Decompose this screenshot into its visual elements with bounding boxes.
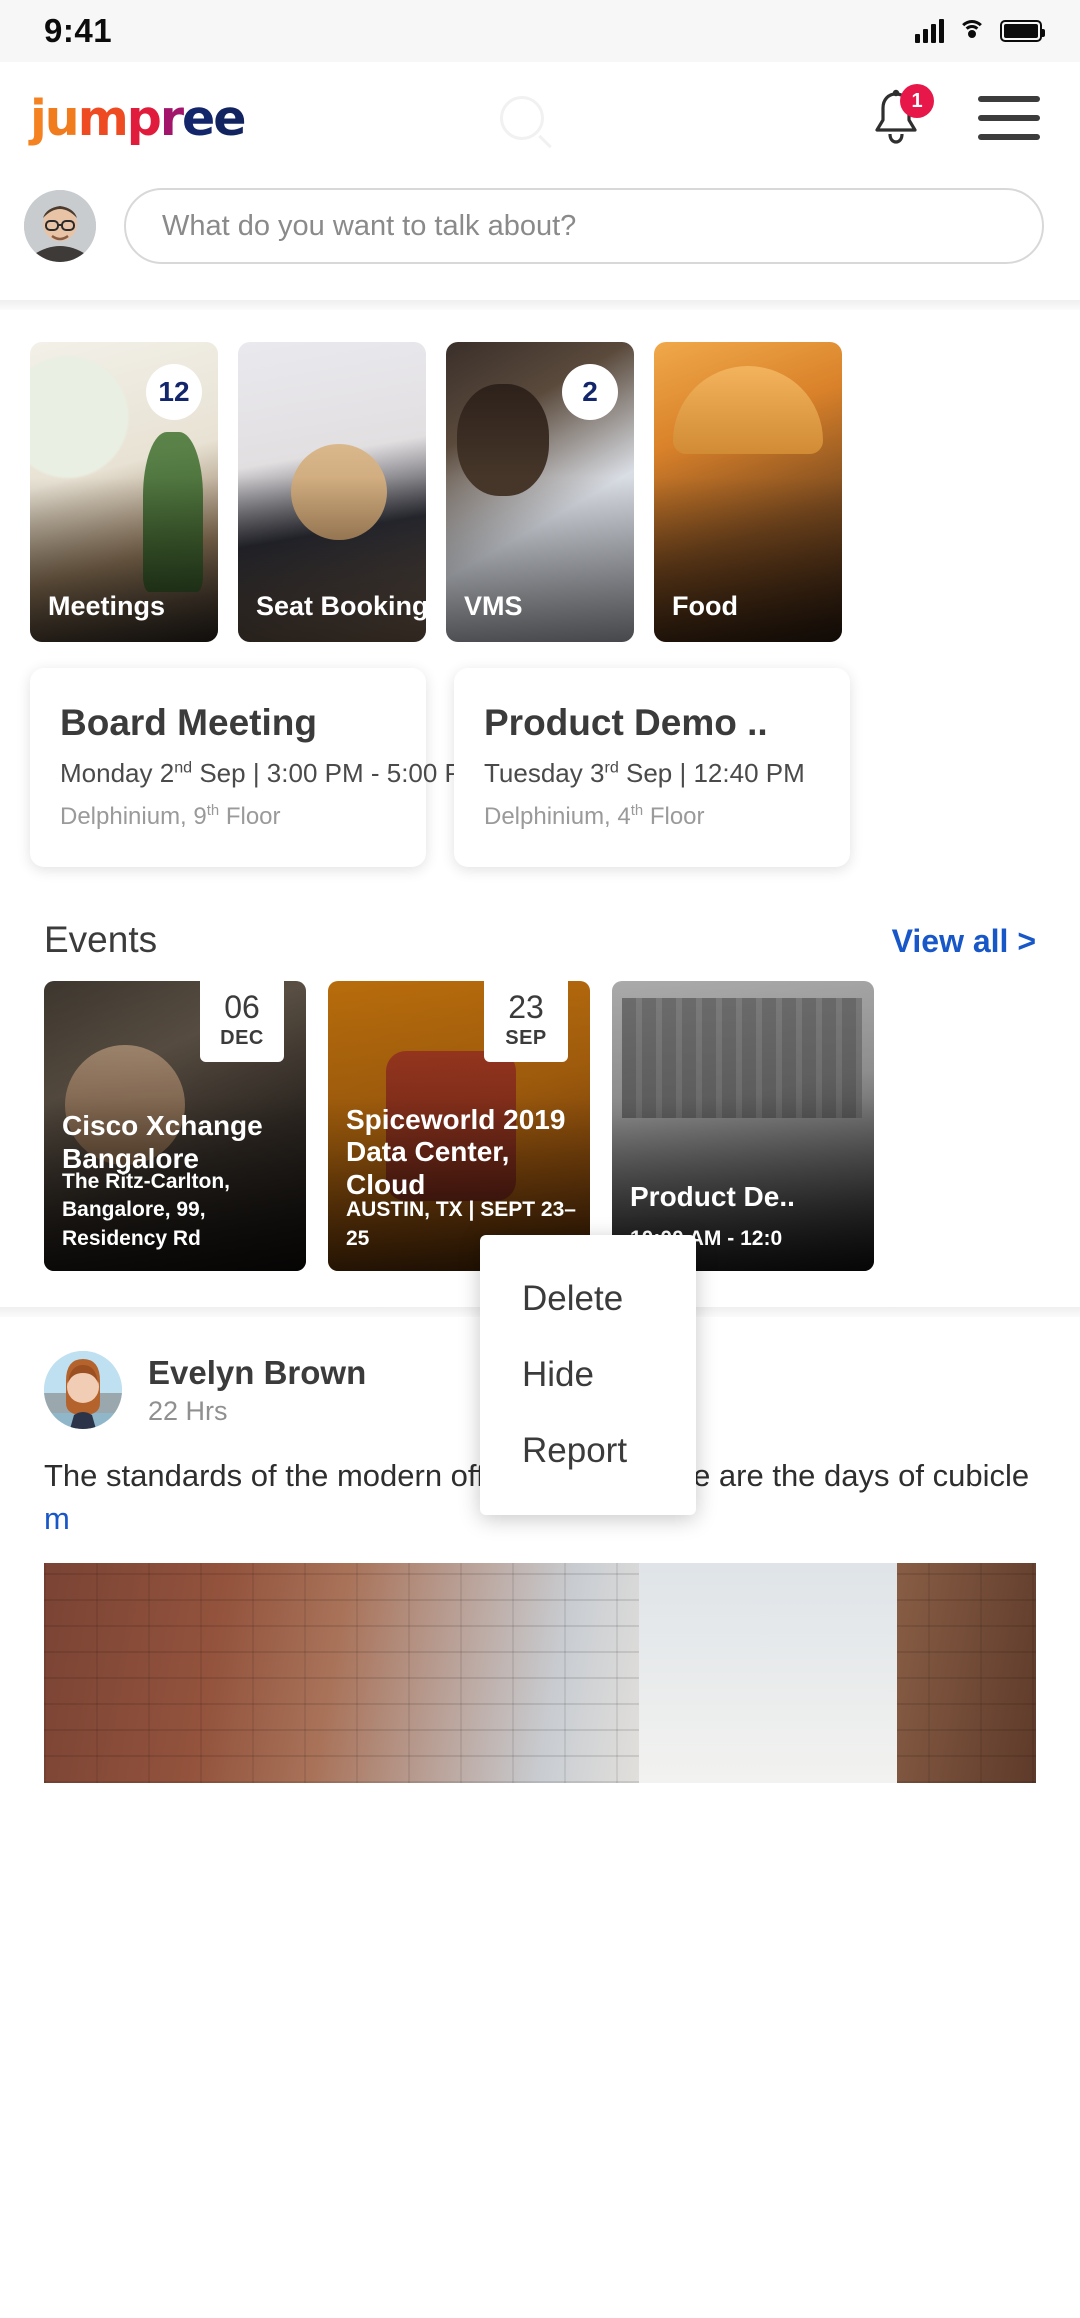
logo-letter: p	[126, 89, 162, 147]
meeting-day: Tuesday 3	[484, 758, 605, 788]
event-date-month: DEC	[220, 1027, 264, 1049]
tile-label: Seat Booking	[256, 591, 426, 621]
search-icon[interactable]	[500, 96, 544, 140]
search-placeholder: What do you want to talk about?	[162, 209, 577, 242]
event-date-month: SEP	[505, 1027, 547, 1049]
post-image-window	[639, 1562, 898, 1783]
events-heading: Events	[44, 919, 158, 960]
notifications-button[interactable]: 1	[868, 84, 934, 148]
event-subtitle: The Ritz-Carlton, Bangalore, 99, Residen…	[62, 1169, 230, 1250]
user-avatar	[24, 190, 96, 262]
meeting-month-time: Sep | 12:40 PM	[618, 758, 805, 788]
battery-icon	[1000, 20, 1045, 42]
event-title: Product De..	[630, 1180, 795, 1212]
search-input[interactable]: What do you want to talk about?	[124, 188, 1044, 264]
post-timestamp: 22 Hrs	[148, 1395, 228, 1426]
avatar[interactable]	[44, 1351, 122, 1429]
status-bar: 9:41	[0, 0, 1080, 62]
meeting-location: Delphinium, 9th Floor	[60, 803, 396, 831]
tile-count-badge: 12	[146, 364, 202, 420]
logo-letter: e	[182, 89, 215, 147]
meeting-floor: Floor	[643, 803, 705, 830]
meeting-time: Monday 2nd Sep | 3:00 PM - 5:00 PM	[60, 758, 484, 789]
logo-letter: u	[44, 89, 80, 147]
notification-badge: 1	[900, 84, 934, 118]
quick-actions-carousel[interactable]: 12 Meetings Seat Booking 2 VMS Food	[0, 310, 1080, 642]
app-screen: 9:41 jumpree 1 What do you want to talk …	[0, 0, 1080, 2318]
meetings-carousel[interactable]: Board Meeting Monday 2nd Sep | 3:00 PM -…	[0, 642, 1080, 901]
status-time: 9:41	[44, 12, 113, 49]
event-card[interactable]: 06 DEC Cisco Xchange Bangalore The Ritz-…	[44, 981, 306, 1271]
event-title: Cisco Xchange Bangalore	[62, 1110, 263, 1174]
tile-label: VMS	[464, 591, 523, 621]
tile-food[interactable]: Food	[654, 342, 842, 642]
view-all-link[interactable]: View all >	[892, 923, 1036, 960]
app-header: jumpree 1	[0, 62, 1080, 174]
menu-item-delete[interactable]: Delete	[480, 1261, 696, 1337]
tile-vms[interactable]: 2 VMS	[446, 342, 634, 642]
post-more-link[interactable]: m	[44, 1501, 70, 1536]
logo-letter: e	[213, 89, 246, 147]
wifi-icon	[958, 20, 986, 42]
event-title: Spiceworld 2019 Data Center, Cloud	[346, 1103, 566, 1200]
status-icons	[915, 19, 1045, 43]
menu-item-hide[interactable]: Hide	[480, 1337, 696, 1413]
post-author-name: Evelyn Brown	[148, 1353, 367, 1391]
meeting-floor-ordinal: th	[630, 803, 644, 819]
avatar[interactable]	[24, 190, 96, 262]
event-date-badge: 23 SEP	[484, 981, 568, 1062]
event-date-day: 06	[224, 989, 260, 1025]
meeting-floor: Floor	[219, 803, 281, 830]
meeting-day-ordinal: rd	[604, 758, 619, 777]
author-avatar	[44, 1351, 122, 1429]
meeting-title: Product Demo ..	[484, 702, 768, 743]
meeting-room: Delphinium, 4	[484, 803, 631, 830]
meeting-day-ordinal: nd	[174, 758, 193, 777]
tile-label: Meetings	[48, 591, 166, 621]
cellular-signal-icon	[915, 19, 944, 43]
meeting-title: Board Meeting	[60, 702, 317, 743]
tile-count-badge: 2	[562, 364, 618, 420]
logo-letter: r	[159, 89, 184, 147]
meeting-room: Delphinium, 9	[60, 803, 207, 830]
meeting-day: Monday 2	[60, 758, 175, 788]
logo-letter: m	[77, 89, 129, 147]
event-card[interactable]: 23 SEP Spiceworld 2019 Data Center, Clou…	[328, 981, 590, 1271]
hamburger-menu-icon[interactable]	[978, 96, 1040, 140]
events-section-header: Events View all >	[0, 901, 1080, 981]
meeting-floor-ordinal: th	[206, 803, 220, 819]
post-context-menu[interactable]: Delete Hide Report	[480, 1235, 696, 1515]
meeting-location: Delphinium, 4th Floor	[484, 803, 820, 831]
meeting-card[interactable]: Product Demo .. Tuesday 3rd Sep | 12:40 …	[454, 668, 850, 867]
post-image	[44, 1562, 1036, 1783]
section-divider	[0, 300, 1080, 310]
event-date-day: 23	[508, 989, 544, 1025]
tile-seat-booking[interactable]: Seat Booking	[238, 342, 426, 642]
menu-item-report[interactable]: Report	[480, 1413, 696, 1489]
event-date-badge: 06 DEC	[200, 981, 284, 1062]
meeting-time: Tuesday 3rd Sep | 12:40 PM	[484, 758, 820, 789]
meeting-month-time: Sep | 3:00 PM - 5:00 PM	[192, 758, 484, 788]
post-author-block: Evelyn Brown 22 Hrs	[148, 1354, 366, 1427]
meeting-card[interactable]: Board Meeting Monday 2nd Sep | 3:00 PM -…	[30, 668, 484, 867]
composer-row: What do you want to talk about?	[0, 174, 1080, 300]
tile-meetings[interactable]: 12 Meetings	[30, 342, 218, 642]
logo-letter: j	[30, 89, 47, 147]
app-logo[interactable]: jumpree	[30, 94, 246, 143]
tile-label: Food	[672, 591, 738, 621]
event-card[interactable]: Product De.. 10:00 AM - 12:0	[612, 981, 874, 1271]
